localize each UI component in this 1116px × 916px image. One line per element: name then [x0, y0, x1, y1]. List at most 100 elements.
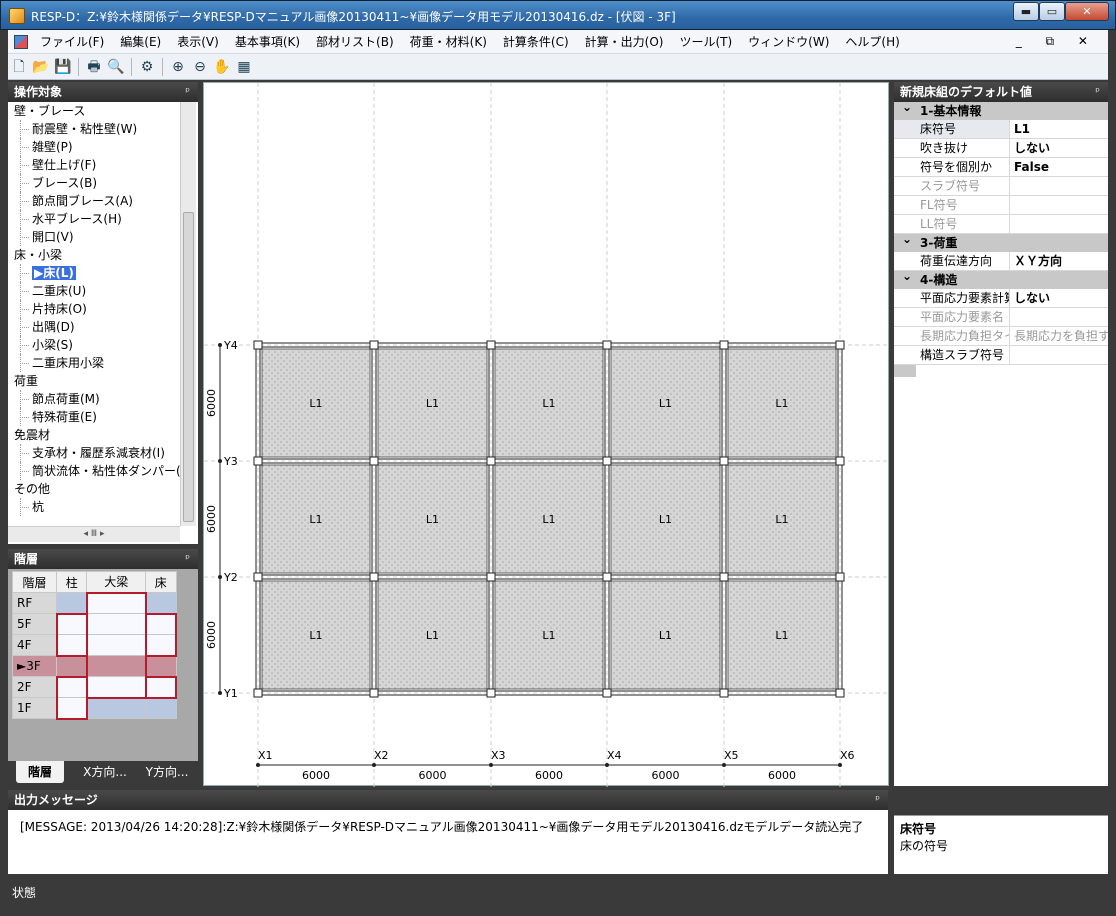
scroll-thumb[interactable] — [183, 212, 194, 522]
property-section[interactable]: 3-荷重 — [894, 230, 1108, 252]
column-node[interactable] — [719, 456, 729, 466]
column-node[interactable] — [486, 688, 496, 698]
menu-item[interactable]: 基本事項(K) — [227, 30, 308, 54]
column-node[interactable] — [369, 456, 379, 466]
column-node[interactable] — [602, 456, 612, 466]
slab-cell[interactable] — [144, 675, 178, 699]
column-cell[interactable] — [55, 612, 88, 635]
tab-floors[interactable]: 階層 — [16, 761, 64, 783]
tree-item[interactable]: 開口(V) — [8, 228, 180, 246]
floor-row[interactable]: 1F — [12, 697, 177, 720]
mdi-controls[interactable]: _ ⧉ ✕ — [1016, 34, 1098, 49]
property-value[interactable]: L1 — [1010, 120, 1108, 138]
menu-item[interactable]: ウィンドウ(W) — [740, 30, 837, 54]
column-node[interactable] — [486, 456, 496, 466]
column-node[interactable] — [835, 340, 845, 350]
open-folder-icon[interactable]: 📂 — [30, 56, 52, 78]
tree-vertical-scrollbar[interactable] — [180, 102, 196, 526]
column-node[interactable] — [369, 572, 379, 582]
menu-item[interactable]: ツール(T) — [671, 30, 740, 54]
tree-item[interactable]: 杭 — [8, 498, 180, 516]
menu-item[interactable]: 計算条件(C) — [495, 30, 577, 54]
menu-item[interactable]: 表示(V) — [169, 30, 227, 54]
app-icon[interactable] — [9, 8, 25, 24]
property-row[interactable]: 平面応力要素計算 しない — [894, 289, 1108, 308]
menu-item[interactable]: 部材リスト(B) — [308, 30, 402, 54]
property-row[interactable]: FL符号 — [894, 196, 1108, 215]
settings-icon[interactable]: ⚙ — [136, 56, 158, 78]
column-node[interactable] — [602, 340, 612, 350]
column-cell[interactable] — [55, 634, 88, 657]
tree-horizontal-scrollbar[interactable]: ◂ Ⅲ ▸ — [8, 526, 180, 542]
property-value[interactable] — [1010, 346, 1108, 364]
pin-icon[interactable]: ᵖ — [185, 82, 190, 102]
column-node[interactable] — [835, 688, 845, 698]
menu-item[interactable]: ヘルプ(H) — [837, 30, 907, 54]
tree-item[interactable]: 片持床(O) — [8, 300, 180, 318]
pan-hand-icon[interactable]: ✋ — [211, 56, 233, 78]
new-file-icon[interactable]: 🗋 — [8, 56, 30, 78]
tree-item[interactable]: 小梁(S) — [8, 336, 180, 354]
menu-item[interactable]: 計算・出力(O) — [577, 30, 672, 54]
minimize-button[interactable]: ▬ — [1013, 2, 1039, 21]
tree-item[interactable]: 節点間ブレース(A) — [8, 192, 180, 210]
column-node[interactable] — [719, 340, 729, 350]
tree-group[interactable]: 荷重 — [8, 372, 180, 390]
tab-y-direction[interactable]: Y方向... — [136, 761, 198, 783]
tree-item[interactable]: 支承材・履歴系減衰材(I) — [8, 444, 180, 462]
beam-cell[interactable] — [85, 655, 147, 677]
column-node[interactable] — [253, 688, 263, 698]
property-row[interactable]: スラブ符号 — [894, 177, 1108, 196]
property-row[interactable]: 吹き抜け しない — [894, 139, 1108, 158]
floor-row[interactable]: 5F — [12, 612, 178, 635]
property-value[interactable]: しない — [1010, 289, 1108, 307]
property-value[interactable]: 長期応力を負担する — [1010, 327, 1108, 345]
pin-icon[interactable]: ᵖ — [1095, 82, 1100, 102]
property-row[interactable]: 平面応力要素名 — [894, 308, 1108, 327]
beam-cell[interactable] — [86, 697, 147, 719]
mdi-window-icon[interactable] — [14, 35, 28, 49]
tree-item[interactable]: 耐震壁・粘性壁(W) — [8, 120, 180, 138]
floor-name[interactable]: 2F — [12, 676, 57, 698]
column-node[interactable] — [486, 572, 496, 582]
column-node[interactable] — [835, 572, 845, 582]
plan-view-canvas[interactable]: L1 L1 L1 L1 L1 L1 L1 L1 L1 L1 L1 L1 L1 L1 L1 X1 6000 X2 60… — [203, 82, 890, 787]
property-row[interactable]: 長期応力負担タイプ長期応力を負担する — [894, 327, 1108, 346]
column-node[interactable] — [602, 572, 612, 582]
tree-group[interactable]: 壁・ブレース — [8, 102, 180, 120]
beam-cell[interactable] — [85, 613, 147, 635]
property-section[interactable]: 1-基本情報 — [894, 98, 1108, 120]
tree-item[interactable]: 二重床用小梁 — [8, 354, 180, 372]
tree-item[interactable]: 壁仕上げ(F) — [8, 156, 180, 174]
property-row[interactable]: LL符号 — [894, 215, 1108, 234]
menu-item[interactable]: ファイル(F) — [32, 30, 112, 54]
slab-cell[interactable] — [144, 634, 178, 657]
property-row[interactable]: 床符号 L1 — [894, 120, 1108, 139]
pin-icon[interactable]: ᵖ — [185, 549, 190, 569]
tree-item[interactable]: 水平ブレース(H) — [8, 210, 180, 228]
beam-cell[interactable] — [85, 676, 147, 699]
menu-item[interactable]: 荷重・材料(K) — [402, 30, 495, 54]
column-node[interactable] — [253, 456, 263, 466]
column-node[interactable] — [369, 340, 379, 350]
menu-item[interactable]: 編集(E) — [112, 30, 169, 54]
property-value[interactable]: False — [1010, 158, 1108, 176]
tree-item[interactable]: 二重床(U) — [8, 282, 180, 300]
property-value[interactable] — [1010, 196, 1108, 214]
floor-name[interactable]: 4F — [12, 634, 57, 656]
property-value[interactable]: ＸＹ方向 — [1010, 252, 1108, 270]
beam-cell[interactable] — [85, 634, 147, 656]
slab-cell[interactable] — [145, 655, 177, 677]
tree-group[interactable]: 免震材 — [8, 426, 180, 444]
property-value[interactable]: しない — [1010, 139, 1108, 157]
floor-name[interactable]: 5F — [12, 613, 57, 635]
save-icon[interactable]: 💾 — [52, 56, 74, 78]
print-icon[interactable]: 🖶 — [83, 56, 105, 78]
column-node[interactable] — [835, 456, 845, 466]
tree-item[interactable]: 節点荷重(M) — [8, 390, 180, 408]
floor-name[interactable]: ►3F — [12, 655, 57, 677]
tree-item[interactable]: 雑壁(P) — [8, 138, 180, 156]
tab-x-direction[interactable]: X方向... — [74, 761, 136, 783]
floor-row[interactable]: 2F — [12, 675, 178, 699]
property-row[interactable]: 符号を個別か False — [894, 158, 1108, 177]
